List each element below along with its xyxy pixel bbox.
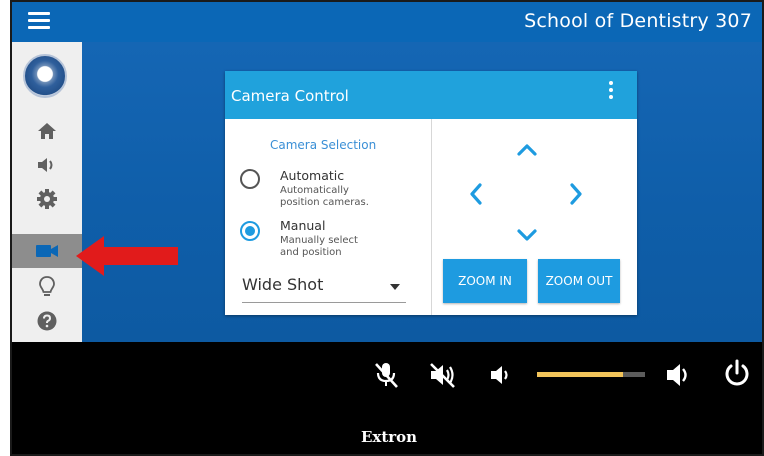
option-automatic-name: Automatic <box>280 168 345 183</box>
volume-down-icon[interactable] <box>488 363 514 387</box>
pan-right-button[interactable] <box>568 182 584 206</box>
speaker-icon <box>38 158 53 172</box>
video-camera-icon <box>36 245 58 257</box>
card-divider <box>431 119 432 315</box>
room-title: School of Dentistry 307 <box>524 10 752 32</box>
mic-mute-icon[interactable] <box>372 360 400 390</box>
lightbulb-icon <box>39 276 55 296</box>
card-header: Camera Control <box>225 71 637 119</box>
touch-panel: School of Dentistry 307 Camera Control C… <box>10 0 764 456</box>
card-title: Camera Control <box>231 87 349 105</box>
zoom-in-button[interactable]: ZOOM IN <box>443 259 527 303</box>
home-icon <box>38 123 56 139</box>
bottom-control-bar: Extron <box>12 342 762 454</box>
tilt-up-button[interactable] <box>516 141 538 157</box>
sidebar-item-camera[interactable] <box>12 234 82 268</box>
sidebar-item-help[interactable] <box>12 304 82 338</box>
volume-level-fill <box>537 372 624 377</box>
camera-selection-label: Camera Selection <box>270 138 377 152</box>
power-icon[interactable] <box>722 358 752 390</box>
volume-up-icon[interactable] <box>664 360 696 390</box>
tilt-down-button[interactable] <box>516 228 538 244</box>
sidebar-item-lighting[interactable] <box>12 270 82 304</box>
radio-automatic[interactable] <box>240 169 260 189</box>
more-options-icon[interactable] <box>607 81 615 105</box>
zoom-out-button[interactable]: ZOOM OUT <box>538 259 620 303</box>
option-manual-description: Manually select and position <box>280 235 358 258</box>
camera-preset-select[interactable]: Wide Shot <box>242 273 406 303</box>
sidebar-item-audio[interactable] <box>12 148 82 182</box>
pan-left-button[interactable] <box>468 182 484 206</box>
gear-icon <box>37 189 57 209</box>
annotation-arrow-icon <box>76 236 178 276</box>
help-icon <box>37 311 57 331</box>
option-manual-name: Manual <box>280 218 326 233</box>
speaker-mute-icon[interactable] <box>428 361 458 389</box>
sidebar-item-home[interactable] <box>12 114 82 148</box>
sidebar-item-settings[interactable] <box>12 182 82 216</box>
volume-slider[interactable] <box>537 372 645 377</box>
brand-label: Extron <box>360 428 418 446</box>
radio-manual[interactable] <box>240 221 260 241</box>
chevron-down-icon <box>390 284 400 290</box>
hamburger-menu-icon[interactable] <box>28 12 50 30</box>
option-automatic-description: Automatically position cameras. <box>280 185 369 208</box>
university-logo <box>23 54 67 98</box>
top-bar: School of Dentistry 307 <box>12 2 762 42</box>
camera-control-card: Camera Control Camera Selection Automati… <box>225 71 637 315</box>
preset-value: Wide Shot <box>242 275 324 294</box>
